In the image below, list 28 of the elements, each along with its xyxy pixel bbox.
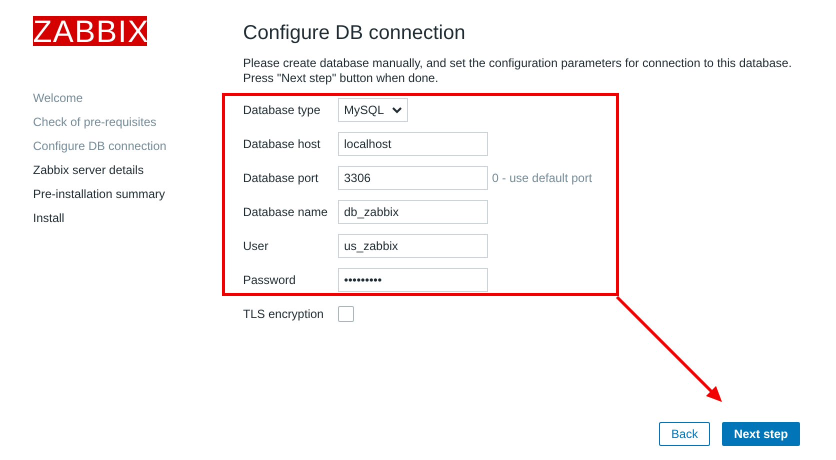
next-button[interactable]: Next step — [722, 422, 800, 446]
description-text: Press "Next step" button when done. — [243, 71, 440, 86]
input-field[interactable]: localhost — [338, 132, 488, 156]
chevron-icon — [392, 106, 402, 114]
step-item: Check of pre-requisites — [33, 114, 158, 131]
checkbox[interactable] — [338, 306, 354, 322]
step-item: Configure DB connection — [33, 138, 168, 155]
field-label: Database type — [243, 103, 322, 117]
database-type-select[interactable]: MySQL — [338, 98, 408, 122]
input-field[interactable]: db_zabbix — [338, 200, 488, 224]
field-label: TLS encryption — [243, 307, 325, 321]
step-item: Install — [33, 210, 66, 227]
field-label: User — [243, 239, 270, 253]
step-item: Pre-installation summary — [33, 186, 166, 203]
input-field[interactable]: 3306 — [338, 166, 488, 190]
step-item: Zabbix server details — [33, 162, 145, 179]
field-label: Database name — [243, 205, 329, 219]
page-title: Configure DB connection — [243, 21, 466, 46]
description-text: Please create database manually, and set the configuration parameters for connection to this database. — [243, 56, 793, 71]
field-label: Database host — [243, 137, 322, 151]
input-field[interactable]: us_zabbix — [338, 234, 488, 258]
field-hint: 0 - use default port — [492, 171, 592, 185]
field-label: Password — [243, 273, 297, 287]
logo: ZABBIX — [33, 16, 147, 46]
step-item: Welcome — [33, 90, 84, 107]
field-label: Database port — [243, 171, 320, 185]
input-field[interactable]: ••••••••• — [338, 268, 488, 292]
back-button[interactable]: Back — [659, 422, 710, 446]
